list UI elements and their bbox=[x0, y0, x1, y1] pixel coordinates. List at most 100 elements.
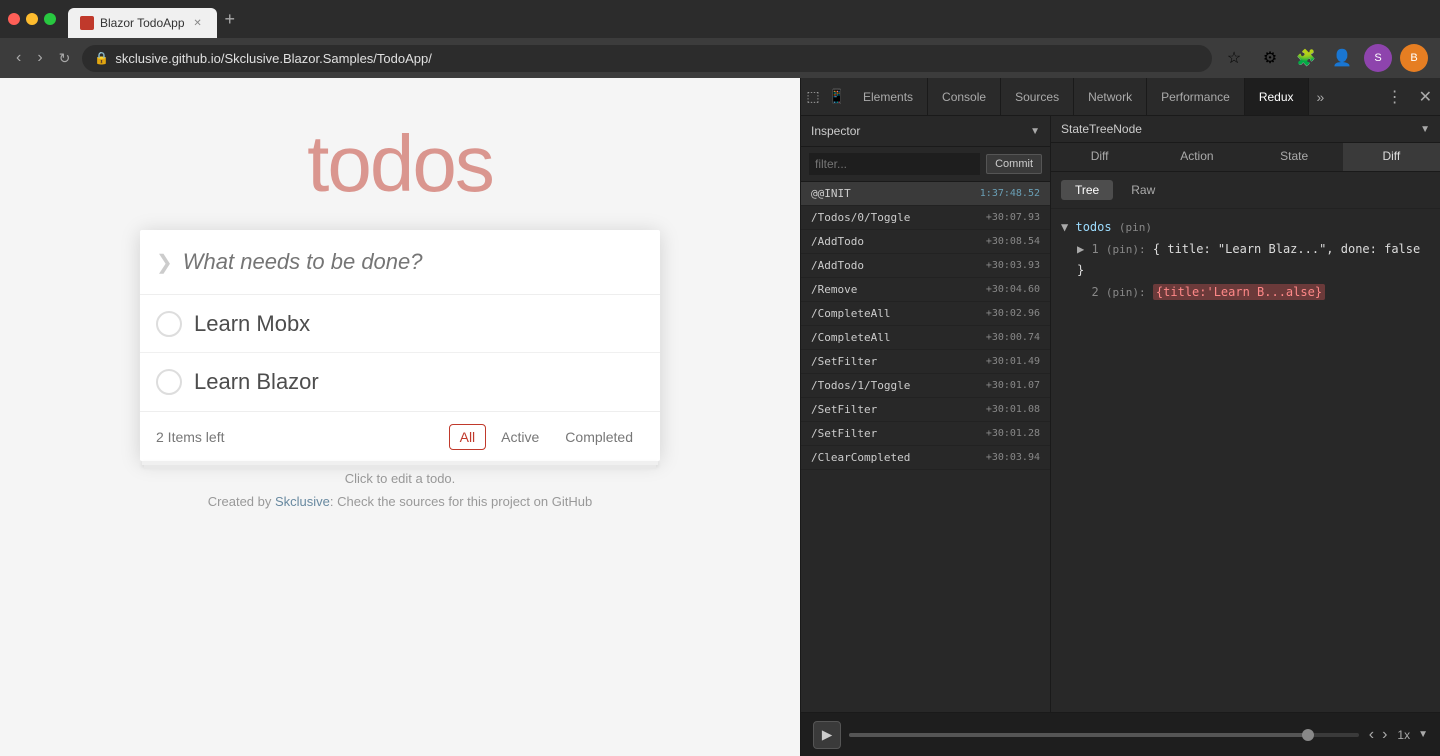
devtools-tab-sources[interactable]: Sources bbox=[1001, 78, 1074, 115]
list-item: Learn Blazor bbox=[140, 353, 660, 411]
tab-favicon bbox=[80, 16, 94, 30]
todo-checkbox-2[interactable] bbox=[156, 369, 182, 395]
devtools-close-button[interactable]: ✕ bbox=[1411, 87, 1440, 107]
action-item[interactable]: /CompleteAll +30:00.74 bbox=[801, 326, 1050, 350]
action-name: /SetFilter bbox=[811, 355, 877, 368]
state-sub-tab-diff-left[interactable]: Diff bbox=[1051, 143, 1148, 171]
action-item[interactable]: /SetFilter +30:01.28 bbox=[801, 422, 1050, 446]
devtools-inspect-icon[interactable]: ⬚ bbox=[801, 85, 825, 109]
action-name: /CompleteAll bbox=[811, 331, 890, 344]
action-item[interactable]: /SetFilter +30:01.49 bbox=[801, 350, 1050, 374]
maximize-button[interactable] bbox=[44, 13, 56, 25]
bookmark-icon[interactable]: ☆ bbox=[1220, 44, 1248, 72]
tree-expand-todos-icon[interactable]: ▼ bbox=[1061, 220, 1068, 234]
action-time: +30:07.93 bbox=[986, 212, 1040, 223]
reload-button[interactable]: ↻ bbox=[55, 46, 75, 71]
speed-label: 1x bbox=[1397, 728, 1410, 742]
credit-suffix: : Check the sources for this project on … bbox=[330, 494, 592, 509]
todo-text-2: Learn Blazor bbox=[194, 369, 319, 395]
list-item: Learn Mobx bbox=[140, 295, 660, 353]
credit-link[interactable]: Skclusive bbox=[275, 494, 330, 509]
tree-expand-item1-icon[interactable]: ▶ bbox=[1077, 242, 1084, 256]
state-sub-tab-diff-right[interactable]: Diff bbox=[1343, 143, 1440, 171]
lock-icon: 🔒 bbox=[94, 51, 109, 65]
action-name: /AddTodo bbox=[811, 259, 864, 272]
filter-all-button[interactable]: All bbox=[449, 424, 487, 450]
devtools-menu-button[interactable]: ⋮ bbox=[1379, 87, 1411, 107]
filter-completed-button[interactable]: Completed bbox=[554, 424, 644, 450]
tree-node-item1: ▶ 1 (pin): { title: "Learn Blaz...", don… bbox=[1077, 239, 1430, 282]
todo-list: Learn Mobx Learn Blazor bbox=[140, 295, 660, 411]
action-item[interactable]: /AddTodo +30:08.54 bbox=[801, 230, 1050, 254]
timeline-prev-button[interactable]: ‹ bbox=[1367, 724, 1376, 746]
action-time: 1:37:48.52 bbox=[980, 188, 1040, 199]
credit-prefix: Created by bbox=[208, 494, 275, 509]
tab-label: Blazor TodoApp bbox=[100, 16, 185, 30]
devtools-tab-console[interactable]: Console bbox=[928, 78, 1001, 115]
action-item[interactable]: @@INIT 1:37:48.52 bbox=[801, 182, 1050, 206]
filter-active-button[interactable]: Active bbox=[490, 424, 550, 450]
avatar-icon[interactable]: S bbox=[1364, 44, 1392, 72]
todo-footer: 2 Items left All Active Completed bbox=[140, 411, 660, 461]
devtools-device-icon[interactable]: 📱 bbox=[825, 85, 849, 109]
timeline-next-button[interactable]: › bbox=[1380, 724, 1389, 746]
devtools-tab-network[interactable]: Network bbox=[1074, 78, 1147, 115]
active-tab[interactable]: Blazor TodoApp ✕ bbox=[68, 8, 217, 38]
action-name: /SetFilter bbox=[811, 403, 877, 416]
tree-node-todos: ▼ todos (pin) bbox=[1061, 217, 1430, 239]
avatar-icon2[interactable]: B bbox=[1400, 44, 1428, 72]
forward-button[interactable]: › bbox=[33, 45, 46, 71]
back-button[interactable]: ‹ bbox=[12, 45, 25, 71]
devtools-tab-redux[interactable]: Redux bbox=[1245, 78, 1309, 115]
todo-container: ❯ Learn Mobx Learn Blazor 2 Items left A… bbox=[140, 230, 660, 461]
todo-checkbox-1[interactable] bbox=[156, 311, 182, 337]
new-tab-button[interactable]: + bbox=[225, 9, 236, 30]
todo-title: todos bbox=[307, 118, 493, 210]
action-item[interactable]: /ClearCompleted +30:03.94 bbox=[801, 446, 1050, 470]
action-time: +30:01.49 bbox=[986, 356, 1040, 367]
close-button[interactable] bbox=[8, 13, 20, 25]
timeline-thumb[interactable] bbox=[1302, 729, 1314, 741]
extension-icon[interactable]: 🧩 bbox=[1292, 44, 1320, 72]
action-item[interactable]: /Todos/1/Toggle +30:01.07 bbox=[801, 374, 1050, 398]
tree-pin-todos: (pin) bbox=[1119, 221, 1152, 234]
inspector-header: Inspector ▼ bbox=[801, 116, 1050, 147]
toggle-all-button[interactable]: ❯ bbox=[156, 250, 173, 275]
state-sub-tab-action[interactable]: Action bbox=[1148, 143, 1245, 171]
toolbar: ‹ › ↻ 🔒 ☆ ⚙ 🧩 👤 S B bbox=[0, 38, 1440, 78]
address-bar[interactable]: 🔒 bbox=[82, 45, 1212, 72]
devtools-tab-elements[interactable]: Elements bbox=[849, 78, 928, 115]
tree-view-tab-raw[interactable]: Raw bbox=[1117, 180, 1169, 200]
url-input[interactable] bbox=[115, 51, 1200, 66]
action-name: /Todos/0/Toggle bbox=[811, 211, 910, 224]
todo-text-1: Learn Mobx bbox=[194, 311, 310, 337]
inspector-arrow-icon[interactable]: ▼ bbox=[1030, 126, 1040, 137]
tree-index-1: 1 bbox=[1091, 242, 1105, 256]
commit-button[interactable]: Commit bbox=[986, 154, 1042, 174]
state-arrow-icon[interactable]: ▼ bbox=[1420, 124, 1430, 135]
filter-input[interactable] bbox=[809, 153, 980, 175]
state-sub-tab-state[interactable]: State bbox=[1246, 143, 1343, 171]
devtools-more-button[interactable]: » bbox=[1309, 89, 1333, 105]
action-name: /ClearCompleted bbox=[811, 451, 910, 464]
action-item[interactable]: /SetFilter +30:01.08 bbox=[801, 398, 1050, 422]
new-todo-input[interactable] bbox=[183, 249, 644, 275]
profile-icon[interactable]: 👤 bbox=[1328, 44, 1356, 72]
action-time: +30:00.74 bbox=[986, 332, 1040, 343]
play-icon: ▶ bbox=[822, 727, 832, 743]
play-button[interactable]: ▶ bbox=[813, 721, 841, 749]
timeline-track[interactable] bbox=[849, 733, 1359, 737]
action-item[interactable]: /CompleteAll +30:02.96 bbox=[801, 302, 1050, 326]
tab-close-button[interactable]: ✕ bbox=[191, 16, 205, 30]
action-time: +30:01.08 bbox=[986, 404, 1040, 415]
action-item[interactable]: /Remove +30:04.60 bbox=[801, 278, 1050, 302]
action-item[interactable]: /AddTodo +30:03.93 bbox=[801, 254, 1050, 278]
devtools-tab-performance[interactable]: Performance bbox=[1147, 78, 1245, 115]
action-item[interactable]: /Todos/0/Toggle +30:07.93 bbox=[801, 206, 1050, 230]
speed-arrow-icon[interactable]: ▼ bbox=[1418, 729, 1428, 740]
minimize-button[interactable] bbox=[26, 13, 38, 25]
items-left-label: 2 Items left bbox=[156, 429, 449, 445]
tree-view-tab-tree[interactable]: Tree bbox=[1061, 180, 1113, 200]
settings-icon[interactable]: ⚙ bbox=[1256, 44, 1284, 72]
tree-content: ▼ todos (pin) ▶ 1 (pin): { title: "Learn… bbox=[1051, 209, 1440, 712]
